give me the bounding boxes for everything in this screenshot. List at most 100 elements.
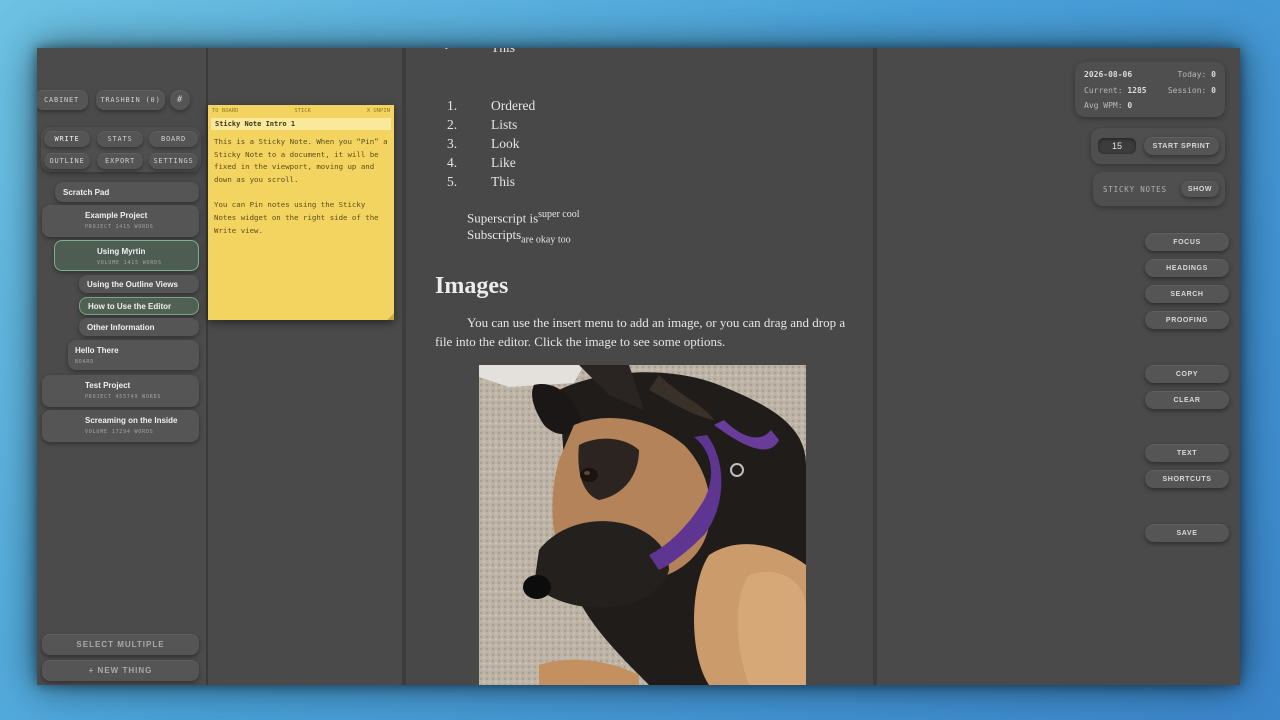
current-value: 1285 — [1127, 86, 1147, 95]
session-label: Session: — [1167, 86, 1207, 95]
project-title: Test Project — [85, 381, 131, 390]
sprint-widget: 15 START SPRINT — [1091, 128, 1225, 164]
session-value: 0 — [1211, 86, 1216, 95]
board-item-hello-there[interactable]: Hello There BOARD — [68, 340, 199, 370]
volume-meta: VOLUME 1415 WORDS — [97, 260, 162, 266]
stats-wpm: Avg WPM: 0 — [1084, 101, 1132, 110]
app-window: CABINET TRASHBIN (0) # WRITE STATS BOARD… — [37, 48, 1240, 685]
hash-button[interactable]: # — [170, 90, 190, 110]
subscript-base: Subscripts — [467, 227, 522, 242]
chapter-label: How to Use the Editor — [88, 302, 172, 311]
stats-row: 2026-08-06 Today: 0 — [1084, 70, 1216, 79]
start-sprint-button[interactable]: START SPRINT — [1144, 137, 1219, 155]
sticky-notes-label: STICKY NOTES — [1103, 185, 1167, 194]
sticky-note[interactable]: TO BOARD STICK X UNPIN Sticky Note Intro… — [208, 105, 394, 320]
focus-button[interactable]: FOCUS — [1145, 233, 1229, 251]
list-text: Look — [491, 136, 520, 151]
chapter-item[interactable]: Other Information — [79, 318, 199, 336]
current-label: Current: — [1084, 86, 1123, 95]
images-heading: Images — [435, 273, 509, 299]
stats-row: Current: 1285 Session: 0 — [1084, 86, 1216, 95]
project-item-test[interactable]: Test Project PROJECT 455749 WORDS — [42, 375, 199, 407]
volume-title: Screaming on the Inside — [85, 416, 178, 425]
today-value: 0 — [1211, 70, 1216, 79]
list-text: This — [491, 174, 516, 189]
stats-row: Avg WPM: 0 — [1084, 101, 1216, 110]
sprint-minutes-input[interactable]: 15 — [1098, 138, 1136, 154]
nav-outline[interactable]: OUTLINE — [44, 153, 90, 169]
stats-today: Today: 0 — [1177, 70, 1216, 79]
trashbin-button[interactable]: TRASHBIN (0) — [96, 90, 165, 110]
list-number: 1. — [447, 98, 458, 113]
bullet-dot: • — [444, 48, 449, 56]
list-number: 4. — [447, 155, 458, 170]
list-text: Lists — [491, 117, 518, 132]
list-text: Ordered — [491, 98, 536, 113]
editor[interactable]: • This 1. Ordered 2. Lists 3. Look 4. Li… — [402, 48, 877, 685]
subscript-text: are okay too — [521, 234, 571, 246]
dog-photo — [479, 365, 806, 685]
wpm-value: 0 — [1127, 101, 1133, 110]
bullet-text: This — [491, 48, 515, 56]
shortcuts-button[interactable]: SHORTCUTS — [1145, 470, 1229, 488]
list-text: Like — [491, 155, 516, 170]
chapter-item[interactable]: Using the Outline Views — [79, 275, 199, 293]
stats-date: 2026-08-06 — [1084, 70, 1133, 79]
sticky-body[interactable]: This is a Sticky Note. When you “Pin” a … — [214, 136, 388, 237]
stick-button[interactable]: STICK — [294, 108, 311, 116]
project-meta: PROJECT 455749 WORDS — [85, 394, 162, 400]
nav-write[interactable]: WRITE — [44, 131, 90, 147]
sticky-paragraph: You can Pin notes using the Sticky Notes… — [214, 200, 379, 235]
project-title: Example Project — [85, 211, 148, 220]
project-item-example[interactable]: Example Project PROJECT 1415 WORDS — [42, 205, 199, 237]
resize-handle[interactable] — [387, 313, 394, 320]
list-number: 3. — [447, 136, 458, 151]
unpin-button[interactable]: X UNPIN — [367, 108, 390, 116]
sticky-note-column: TO BOARD STICK X UNPIN Sticky Note Intro… — [208, 48, 402, 685]
project-meta: PROJECT 1415 WORDS — [85, 224, 154, 230]
to-board-button[interactable]: TO BOARD — [212, 108, 239, 116]
superscript-text: super cool — [538, 209, 580, 220]
sticky-toolbar: TO BOARD STICK X UNPIN — [212, 108, 390, 116]
superscript-base: Superscript is — [467, 210, 539, 226]
superscript-line: Superscript issuper cool — [467, 205, 580, 227]
stats-session: Session: 0 — [1168, 86, 1216, 95]
headings-button[interactable]: HEADINGS — [1145, 259, 1229, 277]
select-multiple-button[interactable]: SELECT MULTIPLE — [42, 634, 199, 655]
nav-board[interactable]: BOARD — [149, 131, 198, 147]
chapter-label: Other Information — [87, 323, 155, 332]
sticky-notes-widget: STICKY NOTES SHOW — [1093, 172, 1225, 206]
new-thing-button[interactable]: + NEW THING — [42, 660, 199, 681]
dog-image[interactable] — [479, 365, 806, 685]
board-title: Hello There — [75, 346, 119, 355]
chapter-item-active[interactable]: How to Use the Editor — [79, 297, 199, 315]
nav-stats[interactable]: STATS — [97, 131, 143, 147]
stats-widget: 2026-08-06 Today: 0 Current: 1285 Sessio… — [1075, 62, 1225, 117]
scratch-pad-item[interactable]: Scratch Pad — [55, 182, 199, 202]
board-meta: BOARD — [75, 359, 95, 365]
volume-meta: VOLUME 17294 WORDS — [85, 429, 154, 435]
save-button[interactable]: SAVE — [1145, 524, 1229, 542]
today-label: Today: — [1177, 70, 1207, 79]
list-number: 5. — [447, 174, 458, 189]
sticky-paragraph: This is a Sticky Note. When you “Pin” a … — [214, 137, 388, 184]
cabinet-button[interactable]: CABINET — [37, 90, 88, 110]
list-number: 2. — [447, 117, 458, 132]
nav-group: WRITE STATS BOARD OUTLINE EXPORT SETTING… — [41, 127, 201, 172]
wpm-label: Avg WPM: — [1084, 101, 1123, 110]
nav-settings[interactable]: SETTINGS — [149, 153, 198, 169]
chapter-label: Using the Outline Views — [87, 280, 178, 289]
search-button[interactable]: SEARCH — [1145, 285, 1229, 303]
proofing-button[interactable]: PROOFING — [1145, 311, 1229, 329]
nav-export[interactable]: EXPORT — [97, 153, 143, 169]
scratch-pad-label: Scratch Pad — [63, 188, 110, 197]
sidebar: CABINET TRASHBIN (0) # WRITE STATS BOARD… — [37, 48, 208, 685]
text-button[interactable]: TEXT — [1145, 444, 1229, 462]
subscript-line: Subscriptsare okay too — [467, 225, 571, 250]
show-sticky-notes-button[interactable]: SHOW — [1181, 181, 1219, 197]
sticky-title[interactable]: Sticky Note Intro 1 — [211, 118, 391, 130]
volume-item-screaming[interactable]: Screaming on the Inside VOLUME 17294 WOR… — [42, 410, 199, 442]
volume-item-using-myrtin[interactable]: Using Myrtin VOLUME 1415 WORDS — [54, 240, 199, 271]
copy-button[interactable]: COPY — [1145, 365, 1229, 383]
clear-button[interactable]: CLEAR — [1145, 391, 1229, 409]
